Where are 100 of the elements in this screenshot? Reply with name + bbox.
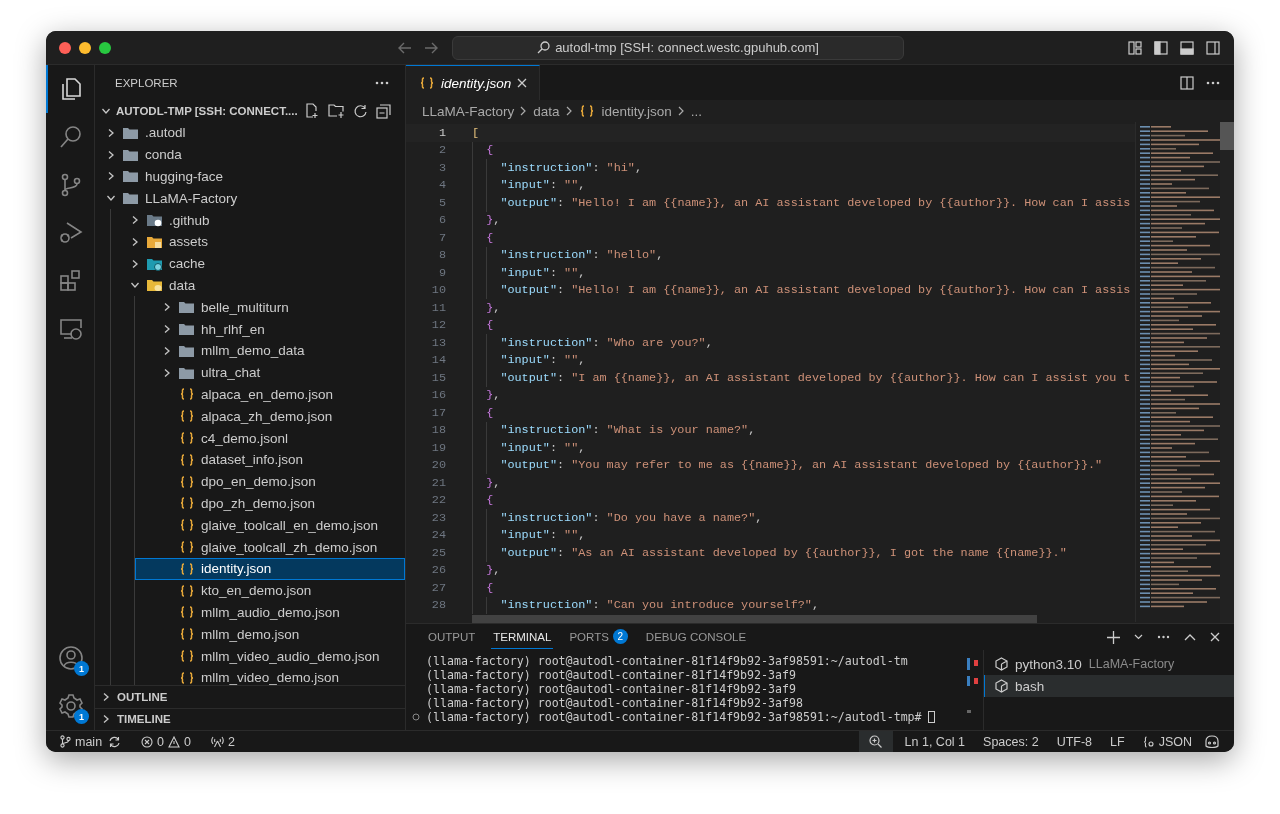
close-icon[interactable] [517, 78, 528, 88]
terminal-line: (llama-factory) root@autodl-container-81f14f9b92-3af9 [426, 682, 796, 696]
zoom-icon [869, 735, 883, 748]
code-line: }, [486, 300, 501, 315]
line-ending-status[interactable]: LF [1110, 734, 1125, 749]
line-number: 4 [437, 178, 446, 193]
add-icon[interactable] [1107, 630, 1120, 644]
tree-item[interactable]: LLaMA-Factory [95, 187, 405, 210]
cursor-position[interactable]: Ln 1, Col 1 [904, 734, 966, 749]
line-number: 21 [430, 475, 446, 490]
json-file-icon [178, 388, 195, 401]
tree-item[interactable]: glaive_toolcall_en_demo.json [135, 514, 405, 537]
code-line: }, [486, 475, 501, 490]
json-file-icon [178, 497, 195, 510]
json-file-icon [418, 77, 435, 89]
tree-item[interactable]: alpaca_zh_demo.json [135, 405, 405, 428]
caret-icon[interactable] [1134, 634, 1143, 640]
close-window-button[interactable] [59, 41, 71, 54]
tree-item[interactable]: dataset_info.json [135, 448, 405, 471]
tree-item[interactable]: c4_demo.jsonl [135, 427, 405, 449]
json-file-icon [178, 475, 195, 488]
split-editor-icon[interactable] [1180, 75, 1194, 90]
line-number: 6 [437, 213, 446, 228]
code-line: { [486, 143, 494, 158]
code-line: }, [486, 213, 501, 228]
indentation-status[interactable]: Spaces: 2 [983, 734, 1039, 749]
settings-icon [58, 693, 84, 719]
terminal-list-item[interactable]: bash [984, 675, 1234, 697]
problems-status[interactable]: 0 0 [141, 734, 191, 749]
panel-tab[interactable]: TERMINAL [491, 625, 554, 649]
branch-icon [60, 735, 71, 748]
more-actions-icon[interactable] [1206, 80, 1220, 85]
tree-item[interactable]: mllm_video_demo.json [135, 666, 405, 685]
collapse-all-icon[interactable] [376, 103, 391, 119]
tree-item[interactable]: conda [95, 143, 405, 166]
breadcrumb[interactable]: identity.json [601, 103, 672, 119]
new-file-icon[interactable] [304, 103, 320, 119]
code-line: "output": "As an AI assistant developed by {{author}}, I got the name {{name}}." [500, 545, 1067, 560]
maximize-panel-icon[interactable] [1184, 633, 1196, 641]
tree-item[interactable]: dpo_en_demo.json [135, 470, 405, 493]
tree-item[interactable]: glaive_toolcall_zh_demo.json [135, 536, 405, 558]
tree-item[interactable]: alpaca_en_demo.json [135, 383, 405, 406]
panel-toggle-icon[interactable] [1180, 40, 1194, 55]
folder-icon [178, 343, 195, 358]
tree-item[interactable]: mllm_demo.json [135, 623, 405, 646]
breadcrumb[interactable]: ... [690, 103, 703, 119]
new-folder-icon[interactable] [328, 103, 345, 119]
panel-tab[interactable]: PORTS 2 [567, 625, 630, 649]
minimize-window-button[interactable] [79, 41, 91, 54]
back-arrow-icon[interactable] [398, 41, 412, 54]
command-center[interactable]: autodl-tmp [SSH: connect.westc.gpuhub.com] [452, 35, 904, 60]
json-file-icon [178, 671, 195, 684]
refresh-icon[interactable] [353, 103, 368, 119]
tree-item[interactable]: belle_multiturn [135, 296, 405, 319]
horizontal-scrollbar[interactable] [472, 615, 1037, 623]
tree-item[interactable]: assets [111, 231, 405, 253]
tree-item[interactable]: .autodl [95, 122, 405, 144]
language-mode[interactable]: JSON [1142, 734, 1192, 749]
folder-icon [178, 365, 195, 380]
forward-arrow-icon[interactable] [424, 41, 438, 54]
account-icon [58, 645, 84, 671]
panel-tab[interactable]: DEBUG CONSOLE [643, 625, 749, 649]
tree-item[interactable]: hugging-face [95, 165, 405, 188]
editor-tab[interactable]: identity.json [406, 65, 541, 100]
close-icon[interactable] [1210, 632, 1220, 642]
sync-icon[interactable] [108, 735, 122, 748]
json-file-icon [178, 628, 195, 641]
more-actions-icon[interactable] [1157, 635, 1170, 639]
sidebar-toggle-icon[interactable] [1154, 40, 1168, 55]
section-header[interactable]: OUTLINE [95, 685, 405, 708]
tree-item[interactable]: dpo_zh_demo.json [135, 492, 405, 515]
secondary-sidebar-icon[interactable] [1206, 40, 1220, 55]
tree-item[interactable]: data [111, 274, 405, 297]
ports-status[interactable]: 2 [211, 734, 235, 749]
line-number: 16 [430, 388, 446, 403]
tree-item[interactable]: .github [111, 209, 405, 231]
line-number: 9 [437, 265, 446, 280]
breadcrumb[interactable]: LLaMA-Factory [422, 103, 515, 119]
zoom-button[interactable] [858, 731, 893, 752]
folder-header[interactable]: AUTODL-TMP [SSH: CONNECT.... [95, 100, 405, 122]
maximize-window-button[interactable] [99, 41, 111, 54]
copilot-icon[interactable] [1204, 734, 1220, 749]
branch-status[interactable]: main [60, 734, 103, 749]
layout-icon[interactable] [1128, 40, 1142, 55]
breadcrumb[interactable]: data [533, 103, 560, 119]
tree-item[interactable]: mllm_audio_demo.json [135, 601, 405, 624]
folder-icon [122, 191, 139, 206]
tree-item[interactable]: hh_rlhf_en [135, 318, 405, 340]
encoding-status[interactable]: UTF-8 [1056, 734, 1093, 749]
tree-item[interactable]: kto_en_demo.json [135, 579, 405, 602]
tree-item[interactable]: identity.json [135, 557, 405, 580]
terminal-line: (llama-factory) root@autodl-container-81f14f9b92-3af98 [426, 696, 803, 710]
tree-item[interactable]: mllm_demo_data [135, 339, 405, 362]
tree-item[interactable]: ultra_chat [135, 361, 405, 384]
terminal-list-item[interactable]: python3.10 LLaMA-Factory [984, 653, 1234, 675]
code-line: { [486, 580, 494, 595]
tree-item[interactable]: cache [111, 252, 405, 275]
panel-tab[interactable]: OUTPUT [426, 625, 478, 649]
tree-item[interactable]: mllm_video_audio_demo.json [135, 645, 405, 667]
more-actions-icon[interactable] [375, 80, 389, 85]
